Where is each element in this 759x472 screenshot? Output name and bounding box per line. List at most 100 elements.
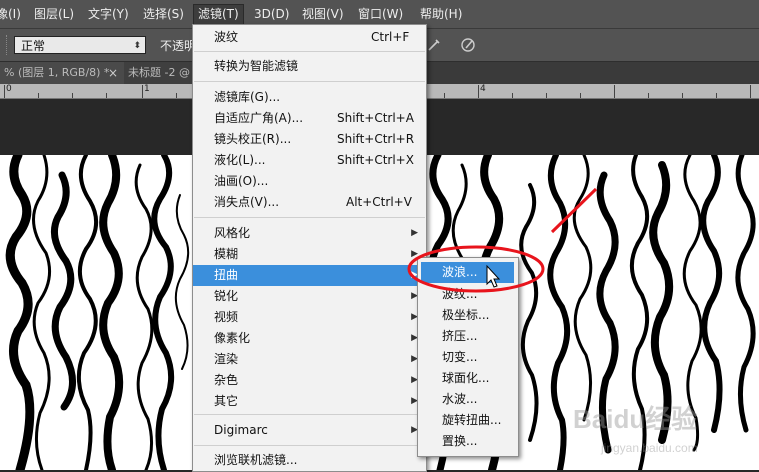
menu-item-render[interactable]: 渲染 ▶ — [193, 349, 426, 370]
menu-3d[interactable]: 3D(D) — [254, 6, 289, 23]
ruler-number: 4 — [480, 84, 486, 94]
pressure-icon[interactable] — [460, 37, 476, 53]
submenu-item-label: 极坐标... — [442, 308, 490, 322]
menu-separator — [194, 445, 425, 446]
baidu-watermark: Baidu经验 jingyan.baidu.com — [565, 398, 755, 460]
menu-item-noise[interactable]: 杂色 ▶ — [193, 370, 426, 391]
submenu-item-wave[interactable]: 波浪... — [421, 262, 514, 283]
ruler-number: 1 — [144, 84, 150, 94]
ruler-tick — [142, 85, 143, 98]
blend-mode-value: 正常 — [21, 39, 46, 53]
submenu-item-label: 切变... — [442, 350, 478, 364]
watermark-url: jingyan.baidu.com — [600, 441, 698, 455]
submenu-item-pinch[interactable]: 挤压... — [418, 326, 518, 347]
submenu-item-label: 水波... — [442, 392, 478, 406]
ruler-tick — [716, 93, 717, 98]
menu-item-label: 像素化 — [214, 331, 251, 345]
submenu-item-shear[interactable]: 切变... — [418, 347, 518, 368]
menu-item-label: 镜头校正(R)... — [214, 132, 292, 146]
menu-item-stylize[interactable]: 风格化 ▶ — [193, 223, 426, 244]
menu-item-lens-correction[interactable]: 镜头校正(R)... Shift+Ctrl+R — [193, 129, 426, 150]
menu-item-label: 视频 — [214, 310, 239, 324]
ruler-tick — [682, 93, 683, 98]
ruler-tick — [546, 93, 547, 98]
menu-item-shortcut: Shift+Ctrl+R — [337, 132, 415, 146]
tab-document-1-label: % (图层 1, RGB/8) * — [4, 66, 110, 79]
menu-item-video[interactable]: 视频 ▶ — [193, 307, 426, 328]
menu-filter[interactable]: 滤镜(T) — [193, 4, 244, 25]
menu-item-label: 转换为智能滤镜 — [214, 59, 299, 73]
blend-mode-select[interactable]: 正常 ⬍ — [14, 36, 146, 54]
menu-item-label: 消失点(V)... — [214, 195, 280, 209]
menu-item-label: Digimarc — [214, 423, 268, 437]
menu-item-digimarc[interactable]: Digimarc ▶ — [193, 420, 426, 441]
menu-item-shortcut: Alt+Ctrl+V — [346, 195, 412, 209]
submenu-item-zigzag[interactable]: 水波... — [418, 389, 518, 410]
submenu-item-ripple[interactable]: 波纹... — [418, 284, 518, 305]
tab-document-2-label: 未标题 -2 @ — [128, 66, 190, 79]
menu-separator — [194, 51, 425, 52]
menu-separator — [194, 414, 425, 415]
watermark-logo-text: Baidu经验 — [573, 404, 697, 434]
menu-item-shortcut: Shift+Ctrl+X — [337, 153, 414, 167]
menu-item-convert-smart-filter[interactable]: 转换为智能滤镜 — [193, 56, 426, 77]
submenu-item-twirl[interactable]: 旋转扭曲... — [418, 410, 518, 431]
menu-type[interactable]: 文字(Y) — [88, 6, 129, 23]
submenu-item-polar-coordinates[interactable]: 极坐标... — [418, 305, 518, 326]
airbrush-icon[interactable] — [426, 37, 442, 53]
menu-item-pixelate[interactable]: 像素化 ▶ — [193, 328, 426, 349]
submenu-item-label: 置换... — [442, 434, 478, 448]
ruler-tick — [106, 93, 107, 98]
menu-item-label: 其它 — [214, 394, 239, 408]
menu-select[interactable]: 选择(S) — [143, 6, 184, 23]
menu-item-label: 渲染 — [214, 352, 239, 366]
ruler-tick — [444, 93, 445, 98]
menu-item-shortcut: Shift+Ctrl+A — [337, 111, 414, 125]
menu-item-label: 油画(O)... — [214, 174, 269, 188]
menu-window[interactable]: 窗口(W) — [358, 6, 403, 23]
menu-help[interactable]: 帮助(H) — [420, 6, 462, 23]
tab-document-1[interactable]: % (图层 1, RGB/8) * × — [0, 62, 126, 84]
submenu-item-label: 旋转扭曲... — [442, 413, 502, 427]
distort-submenu: 波浪... 波纹... 极坐标... 挤压... 切变... 球面化... 水波… — [417, 257, 519, 457]
menu-item-label: 滤镜库(G)... — [214, 90, 281, 104]
menu-item-filter-gallery[interactable]: 滤镜库(G)... — [193, 87, 426, 108]
submenu-item-label: 波浪... — [442, 265, 478, 279]
ruler-tick — [38, 93, 39, 98]
submenu-arrow-icon: ▶ — [411, 228, 418, 238]
menu-item-vanishing-point[interactable]: 消失点(V)... Alt+Ctrl+V — [193, 192, 426, 213]
menu-item-other[interactable]: 其它 ▶ — [193, 391, 426, 412]
ruler-tick — [4, 85, 5, 98]
ruler-tick — [72, 93, 73, 98]
menu-image[interactable]: 像(I) — [0, 6, 21, 23]
ruler-number: 0 — [6, 84, 12, 94]
menu-item-oil-paint[interactable]: 油画(O)... — [193, 171, 426, 192]
select-arrow-icon: ⬍ — [133, 41, 141, 51]
close-icon[interactable]: × — [108, 62, 118, 84]
menu-item-shortcut: Ctrl+F — [371, 30, 410, 44]
menu-separator — [194, 81, 425, 82]
menu-layer[interactable]: 图层(L) — [34, 6, 74, 23]
menu-item-label: 扭曲 — [214, 268, 239, 282]
menu-item-distort[interactable]: 扭曲 ▶ — [193, 265, 426, 286]
menu-item-label: 锐化 — [214, 289, 239, 303]
submenu-item-displace[interactable]: 置换... — [418, 431, 518, 452]
menu-item-blur[interactable]: 模糊 ▶ — [193, 244, 426, 265]
ruler-tick — [478, 85, 479, 98]
submenu-item-label: 波纹... — [442, 287, 478, 301]
menu-item-sharpen[interactable]: 锐化 ▶ — [193, 286, 426, 307]
menu-item-browse-online-filters[interactable]: 浏览联机滤镜... — [193, 450, 426, 471]
menu-view[interactable]: 视图(V) — [302, 6, 344, 23]
menu-item-label: 杂色 — [214, 373, 239, 387]
submenu-item-label: 挤压... — [442, 329, 478, 343]
submenu-item-spherize[interactable]: 球面化... — [418, 368, 518, 389]
menu-separator — [194, 217, 425, 218]
ruler-tick — [614, 85, 615, 98]
ruler-tick — [648, 93, 649, 98]
menu-item-last-filter[interactable]: 波纹 Ctrl+F — [193, 27, 426, 48]
menu-item-liquify[interactable]: 液化(L)... Shift+Ctrl+X — [193, 150, 426, 171]
menu-item-adaptive-wide-angle[interactable]: 自适应广角(A)... Shift+Ctrl+A — [193, 108, 426, 129]
ruler-tick — [580, 93, 581, 98]
ruler-tick — [176, 93, 177, 98]
submenu-item-label: 球面化... — [442, 371, 490, 385]
